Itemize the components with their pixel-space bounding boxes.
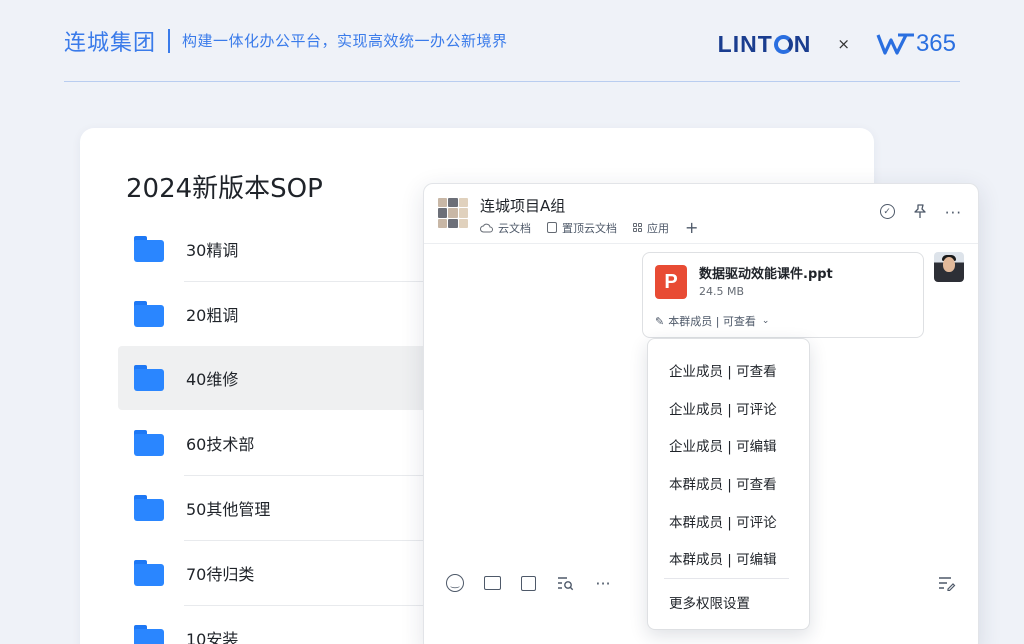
folder-label: 50其他管理 — [186, 500, 271, 519]
file-name[interactable]: 数据驱动效能课件.ppt — [699, 263, 833, 282]
sop-title: 2024新版本SOP — [126, 174, 323, 204]
permission-option[interactable]: 本群成员 | 可编辑 — [669, 548, 777, 568]
permission-option[interactable]: 本群成员 | 可查看 — [669, 473, 777, 493]
menu-divider — [664, 578, 789, 579]
folder-label: 20粗调 — [186, 306, 239, 325]
pencil-icon: ✎ — [655, 314, 665, 328]
permission-select[interactable]: ✎ 本群成员 | 可查看 ⌄ — [655, 313, 769, 329]
permission-option[interactable]: 企业成员 | 可评论 — [669, 398, 777, 418]
folder-icon — [134, 301, 164, 327]
more-permissions-link[interactable]: 更多权限设置 — [669, 592, 750, 612]
tab-label: 应用 — [647, 221, 669, 235]
folder-row[interactable]: 50其他管理 — [118, 476, 458, 540]
folder-icon — [134, 236, 164, 262]
folder-icon — [134, 625, 164, 644]
folder-row[interactable]: 10安装 — [118, 606, 458, 644]
group-avatar[interactable] — [438, 198, 468, 228]
check-circle-icon[interactable]: ✓ — [879, 204, 895, 219]
ppt-icon: P — [655, 265, 687, 299]
permission-value: 本群成员 | 可查看 — [668, 315, 756, 328]
folder-icon[interactable] — [484, 576, 501, 590]
times-sign: × — [837, 35, 850, 53]
brand-divider — [168, 28, 171, 53]
w365-logo: 365 — [876, 30, 956, 58]
more-icon[interactable]: ··· — [594, 574, 612, 593]
more-icon[interactable]: ··· — [945, 204, 962, 223]
permission-dropdown: 企业成员 | 可查看 企业成员 | 可评论 企业成员 | 可编辑 本群成员 | … — [647, 338, 810, 630]
pin-icon[interactable] — [913, 204, 927, 223]
chevron-down-icon: ⌄ — [761, 316, 770, 326]
folder-row[interactable]: 30精调 — [118, 217, 458, 281]
partner-logos: LINT N × 365 — [718, 30, 956, 58]
tab-label: 云文档 — [498, 221, 531, 235]
tab-apps[interactable]: 应用 — [633, 220, 669, 236]
folder-icon — [134, 495, 164, 521]
permission-option[interactable]: 本群成员 | 可评论 — [669, 511, 777, 531]
file-message-card[interactable]: P 数据驱动效能课件.ppt 24.5 MB ✎ 本群成员 | 可查看 ⌄ — [642, 252, 924, 338]
folder-icon — [134, 365, 164, 391]
tab-label: 置顶云文档 — [562, 221, 617, 235]
sender-avatar[interactable] — [934, 252, 964, 282]
permission-option[interactable]: 企业成员 | 可编辑 — [669, 435, 777, 455]
doc-icon — [547, 222, 557, 233]
tab-cloud-docs[interactable]: 云文档 — [480, 220, 531, 236]
folder-label: 40维修 — [186, 370, 239, 389]
search-list-icon[interactable] — [556, 574, 574, 592]
apps-icon — [633, 223, 642, 232]
folder-label: 70待归类 — [186, 565, 255, 584]
chat-header: 连城项目A组 云文档 置顶云文档 应用 + ✓ ··· — [424, 184, 978, 244]
brand-title: 连城集团 — [64, 30, 157, 56]
linton-logo: LINT N — [717, 30, 812, 57]
group-name[interactable]: 连城项目A组 — [480, 195, 565, 216]
folder-row[interactable]: 60技术部 — [118, 411, 458, 475]
tab-pinned-docs[interactable]: 置顶云文档 — [547, 220, 617, 236]
add-tab-button[interactable]: + — [685, 218, 698, 237]
folder-label: 30精调 — [186, 241, 239, 260]
folder-label: 60技术部 — [186, 435, 255, 454]
top-header: 连城集团 构建一体化办公平台，实现高效统一办公新境界 LINT N × 365 — [64, 0, 960, 82]
header-actions: ✓ ··· — [879, 204, 962, 223]
folder-row-selected[interactable]: 40维修 — [118, 346, 423, 410]
brand-slogan: 构建一体化办公平台，实现高效统一办公新境界 — [182, 32, 508, 50]
folder-label: 10安装 — [186, 630, 239, 644]
folder-icon — [134, 560, 164, 586]
file-size: 24.5 MB — [699, 285, 745, 298]
permission-option[interactable]: 企业成员 | 可查看 — [669, 360, 777, 380]
doc-edit-icon[interactable] — [938, 576, 956, 595]
calendar-icon[interactable] — [521, 575, 536, 591]
folder-row[interactable]: 20粗调 — [118, 282, 458, 346]
composer-toolbar: ‿ ··· — [446, 574, 612, 593]
folder-row[interactable]: 70待归类 — [118, 541, 458, 605]
folder-icon — [134, 430, 164, 456]
chat-tabs: 云文档 置顶云文档 应用 + — [480, 218, 698, 237]
emoji-icon[interactable]: ‿ — [446, 574, 464, 592]
